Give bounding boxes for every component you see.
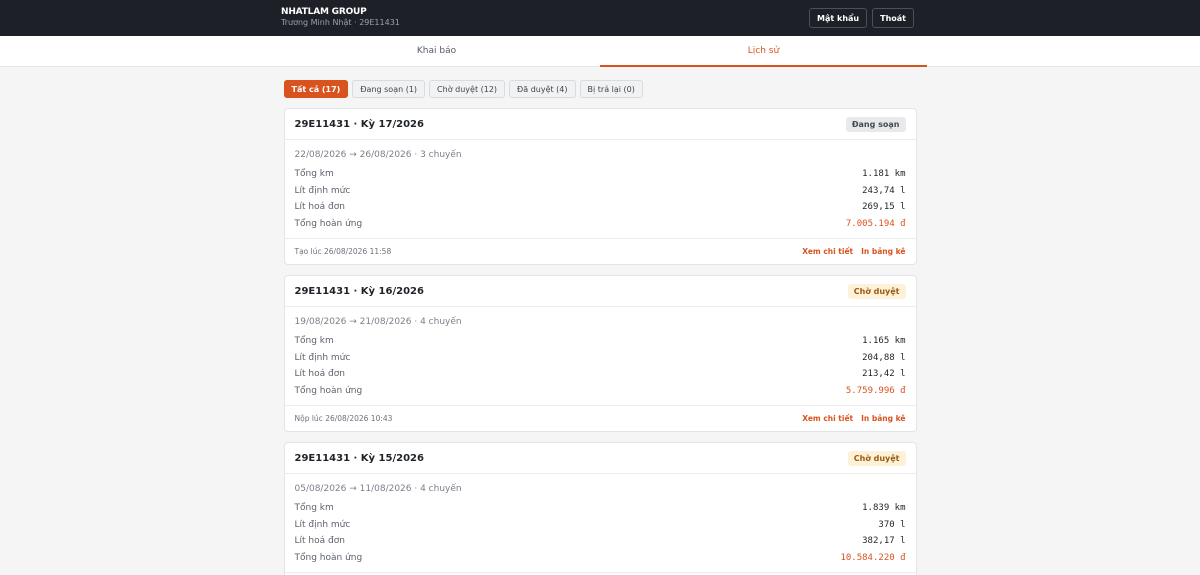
card-actions: Xem chi tiết In bảng kê xyxy=(802,414,905,423)
user-subtitle: Trương Minh Nhật · 29E11431 xyxy=(281,18,400,28)
print-statement-link[interactable]: In bảng kê xyxy=(861,414,905,423)
liters-norm-value: 204,88 l xyxy=(862,352,906,363)
record-period: 19/08/2026 → 21/08/2026 · 4 chuyến xyxy=(294,317,462,327)
record-period: 22/08/2026 → 26/08/2026 · 3 chuyến xyxy=(294,150,462,160)
liters-norm-value: 243,74 l xyxy=(862,185,906,196)
record-card: 29E11431 · Kỳ 15/2026 Chờ duyệt 05/08/20… xyxy=(283,442,917,575)
record-title: 29E11431 · Kỳ 15/2026 xyxy=(294,452,424,464)
card-footer: Tạo lúc 26/08/2026 11:58 Xem chi tiết In… xyxy=(284,238,916,264)
filter-draft[interactable]: Đang soạn (1) xyxy=(352,80,426,98)
liters-invoice-label: Lít hoá đơn xyxy=(294,369,345,380)
total-km-label: Tổng km xyxy=(294,503,334,514)
tabs-inner: Khai báo Lịch sử xyxy=(273,36,927,67)
row-total-km: Tổng km 1.165 km xyxy=(295,333,906,350)
total-refund-value: 5.759.996 đ xyxy=(845,385,906,396)
main-tabs: Khai báo Lịch sử xyxy=(0,36,1200,67)
record-card: 29E11431 · Kỳ 17/2026 Đang soạn 22/08/20… xyxy=(283,108,917,265)
liters-invoice-label: Lít hoá đơn xyxy=(294,202,345,213)
record-timestamp: Tạo lúc 26/08/2026 11:58 xyxy=(294,247,392,256)
record-title: 29E11431 · Kỳ 16/2026 xyxy=(294,285,424,297)
liters-norm-label: Lít định mức xyxy=(294,519,351,530)
brand: NHATLAM GROUP Trương Minh Nhật · 29E1143… xyxy=(281,7,400,28)
row-total-refund: Tổng hoàn ứng 10.584.220 đ xyxy=(295,550,906,567)
row-total-km: Tổng km 1.839 km xyxy=(295,500,906,517)
filter-all[interactable]: Tất cả (17) xyxy=(283,80,349,98)
liters-invoice-label: Lít hoá đơn xyxy=(294,536,345,547)
record-title: 29E11431 · Kỳ 17/2026 xyxy=(294,118,424,130)
record-period: 05/08/2026 → 11/08/2026 · 4 chuyến xyxy=(294,484,462,494)
row-total-km: Tổng km 1.181 km xyxy=(295,166,906,183)
row-total-refund: Tổng hoàn ứng 5.759.996 đ xyxy=(295,383,906,400)
record-card: 29E11431 · Kỳ 16/2026 Chờ duyệt 19/08/20… xyxy=(283,275,917,432)
print-statement-link[interactable]: In bảng kê xyxy=(861,247,905,256)
total-refund-label: Tổng hoàn ứng xyxy=(294,218,363,229)
status-badge: Đang soạn xyxy=(845,116,906,132)
status-badge: Chờ duyệt xyxy=(847,450,906,466)
total-refund-label: Tổng hoàn ứng xyxy=(294,552,363,563)
view-detail-link[interactable]: Xem chi tiết xyxy=(802,414,853,423)
tab-history[interactable]: Lịch sử xyxy=(600,36,927,67)
row-liters-invoice: Lít hoá đơn 382,17 l xyxy=(295,533,906,550)
liters-invoice-value: 213,42 l xyxy=(862,369,906,380)
record-timestamp: Nộp lúc 26/08/2026 10:43 xyxy=(294,414,393,423)
top-actions: Mật khẩu Thoát xyxy=(809,8,914,28)
total-km-value: 1.839 km xyxy=(862,503,906,514)
card-body: 22/08/2026 → 26/08/2026 · 3 chuyến Tổng … xyxy=(285,140,916,232)
row-liters-norm: Lít định mức 370 l xyxy=(295,517,906,534)
row-liters-norm: Lít định mức 243,74 l xyxy=(295,183,906,200)
card-body: 05/08/2026 → 11/08/2026 · 4 chuyến Tổng … xyxy=(285,474,916,566)
total-km-value: 1.181 km xyxy=(862,169,906,180)
card-actions: Xem chi tiết In bảng kê xyxy=(802,247,905,256)
total-refund-label: Tổng hoàn ứng xyxy=(294,385,363,396)
change-password-button[interactable]: Mật khẩu xyxy=(809,8,868,28)
row-total-refund: Tổng hoàn ứng 7.005.194 đ xyxy=(295,216,906,233)
logout-button[interactable]: Thoát xyxy=(872,8,914,28)
filter-pending[interactable]: Chờ duyệt (12) xyxy=(429,80,506,98)
brand-name: NHATLAM GROUP xyxy=(281,7,367,18)
status-badge: Chờ duyệt xyxy=(847,283,906,299)
filter-approved[interactable]: Đã duyệt (4) xyxy=(509,80,576,98)
liters-invoice-value: 269,15 l xyxy=(862,202,906,213)
row-liters-invoice: Lít hoá đơn 269,15 l xyxy=(295,199,906,216)
view-detail-link[interactable]: Xem chi tiết xyxy=(802,247,853,256)
history-content: Tất cả (17) Đang soạn (1) Chờ duyệt (12)… xyxy=(283,67,917,575)
card-header: 29E11431 · Kỳ 17/2026 Đang soạn xyxy=(284,109,916,140)
tab-declare[interactable]: Khai báo xyxy=(273,36,600,66)
row-liters-norm: Lít định mức 204,88 l xyxy=(295,350,906,367)
liters-norm-label: Lít định mức xyxy=(294,352,351,363)
top-bar: NHATLAM GROUP Trương Minh Nhật · 29E1143… xyxy=(0,0,1200,36)
card-footer: Nộp lúc 26/08/2026 10:43 Xem chi tiết In… xyxy=(284,405,916,431)
card-header: 29E11431 · Kỳ 15/2026 Chờ duyệt xyxy=(284,443,916,474)
total-km-label: Tổng km xyxy=(294,336,334,347)
liters-norm-label: Lít định mức xyxy=(294,185,351,196)
total-refund-value: 7.005.194 đ xyxy=(845,218,906,229)
total-refund-value: 10.584.220 đ xyxy=(840,552,906,563)
total-km-value: 1.165 km xyxy=(862,336,906,347)
liters-norm-value: 370 l xyxy=(878,519,906,530)
liters-invoice-value: 382,17 l xyxy=(862,536,906,547)
status-filters: Tất cả (17) Đang soạn (1) Chờ duyệt (12)… xyxy=(283,80,917,98)
card-body: 19/08/2026 → 21/08/2026 · 4 chuyến Tổng … xyxy=(285,307,916,399)
card-header: 29E11431 · Kỳ 16/2026 Chờ duyệt xyxy=(284,276,916,307)
total-km-label: Tổng km xyxy=(294,169,334,180)
filter-rejected[interactable]: Bị trả lại (0) xyxy=(579,80,643,98)
row-liters-invoice: Lít hoá đơn 213,42 l xyxy=(295,366,906,383)
